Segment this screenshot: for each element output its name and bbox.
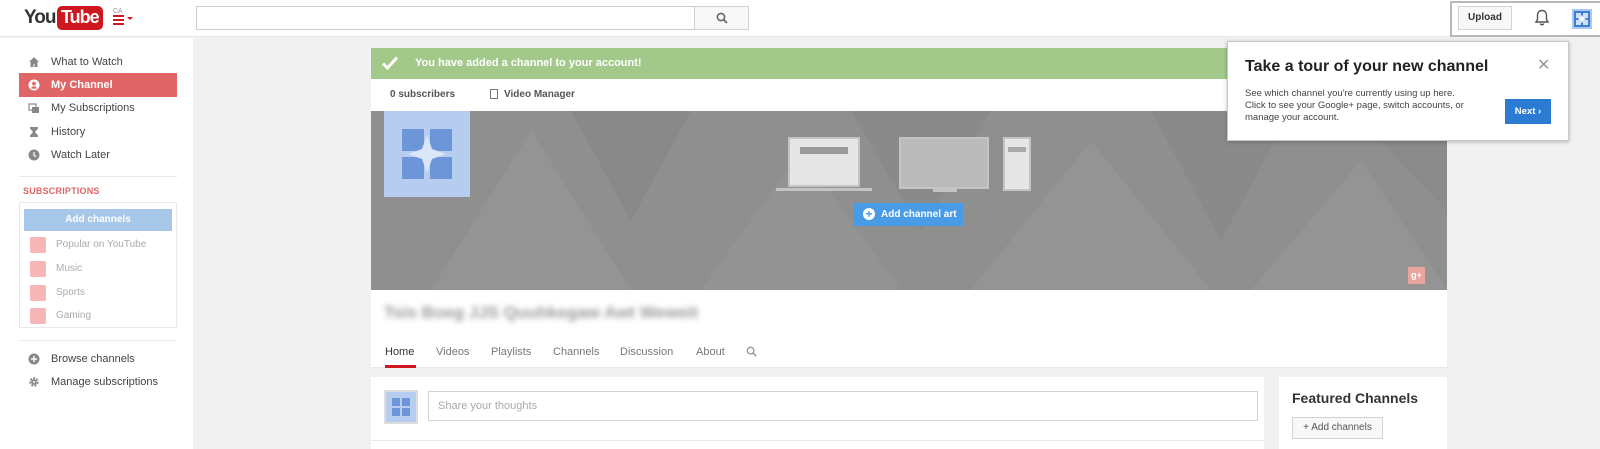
account-avatar[interactable] [1572,9,1592,29]
google-plus-icon[interactable]: g+ [1408,267,1425,284]
subscription-label: Sports [56,287,85,298]
sidebar-item-my-subscriptions[interactable]: My Subscriptions [19,96,177,120]
logo-you-text: You [24,7,57,28]
logo-tube-text: Tube [57,6,103,30]
sidebar-item-label: History [51,126,86,138]
tab-about[interactable]: About [696,346,725,358]
channel-search-icon[interactable] [746,346,757,357]
close-icon[interactable]: ✕ [1537,55,1550,75]
guide-menu-button[interactable] [113,12,133,26]
subscriptions-icon [28,103,39,113]
tour-title: Take a tour of your new channel [1245,58,1489,75]
upload-button[interactable]: Upload [1458,6,1512,30]
add-featured-channels-button[interactable]: + Add channels [1292,417,1383,439]
success-alert: You have added a channel to your account… [371,48,1231,79]
tab-videos[interactable]: Videos [436,346,469,358]
subscription-label: Music [56,263,83,274]
add-channel-art-label: Add channel art [881,209,957,220]
tab-home[interactable]: Home [385,346,414,358]
tv-preview [899,137,989,189]
chevron-down-icon [127,17,133,20]
checkmark-icon [381,56,399,71]
tab-channels[interactable]: Channels [553,346,599,358]
subscriber-count: 0 subscribers [390,89,456,100]
channel-logo-icon [402,129,452,179]
notifications-bell-icon[interactable] [1534,9,1550,27]
clock-icon [28,149,40,161]
music-icon [30,261,46,277]
hourglass-icon [30,127,38,137]
subscriptions-heading: SUBSCRIPTIONS [23,186,100,196]
sidebar-item-browse-channels[interactable]: Browse channels [19,347,177,371]
subscription-label: Popular on YouTube [56,239,147,250]
sidebar-divider [19,176,177,177]
menu-icon-bar [113,23,124,25]
channel-name: Tsis Boeg JJS Quuhkegaw Awt Weweit [384,303,698,322]
phone-preview [1003,137,1031,191]
menu-icon-bar [113,19,124,21]
popular-icon [30,237,46,253]
sidebar-item-label: What to Watch [51,56,123,68]
plus-circle-icon [28,353,40,365]
channel-logo-icon [392,398,410,416]
channel-logo-icon [1576,13,1588,25]
channel-avatar[interactable] [384,111,470,197]
video-manager-icon [490,89,498,99]
plus-icon: + [863,208,875,220]
add-channel-art-button[interactable]: + Add channel art [854,203,963,226]
sidebar-item-label: My Subscriptions [51,102,135,114]
alert-text: You have added a channel to your account… [415,57,642,69]
share-divider [371,440,1264,441]
tab-discussion[interactable]: Discussion [620,346,673,358]
search-button[interactable] [694,6,749,30]
sidebar-item-label: Watch Later [51,149,110,161]
tour-description: See which channel you're currently using… [1245,88,1464,123]
laptop-preview [788,137,860,187]
tab-playlists[interactable]: Playlists [491,346,531,358]
share-avatar [384,390,418,424]
home-icon [29,57,39,67]
tour-next-button[interactable]: Next › [1505,99,1551,124]
sidebar-item-my-channel[interactable]: My Channel [19,73,177,97]
sidebar-item-label: Browse channels [51,353,135,365]
sports-icon [30,285,46,301]
sidebar-item-label: My Channel [51,79,113,91]
sidebar-item-manage-subscriptions[interactable]: Manage subscriptions [19,370,177,394]
featured-channels-title: Featured Channels [1292,390,1419,406]
sidebar-divider [19,340,177,341]
tv-stand [933,189,957,192]
subscription-label: Gaming [56,310,92,321]
sidebar-item-history[interactable]: History [19,120,177,144]
add-channels-button[interactable]: Add channels [24,209,172,231]
channel-header [371,290,1447,368]
search-icon [716,12,728,24]
gaming-icon [30,308,46,324]
user-icon [28,79,40,91]
menu-icon [113,15,124,17]
sidebar-item-watch-later[interactable]: Watch Later [19,143,177,167]
laptop-base [776,188,872,191]
video-manager-link[interactable]: Video Manager [504,89,575,100]
sidebar-item-what-to-watch[interactable]: What to Watch [19,50,177,74]
search-input[interactable] [196,6,695,30]
active-tab-indicator [385,365,416,368]
gear-icon [29,377,39,387]
share-thoughts-input[interactable]: Share your thoughts [428,391,1258,421]
sidebar-item-label: Manage subscriptions [51,376,159,388]
